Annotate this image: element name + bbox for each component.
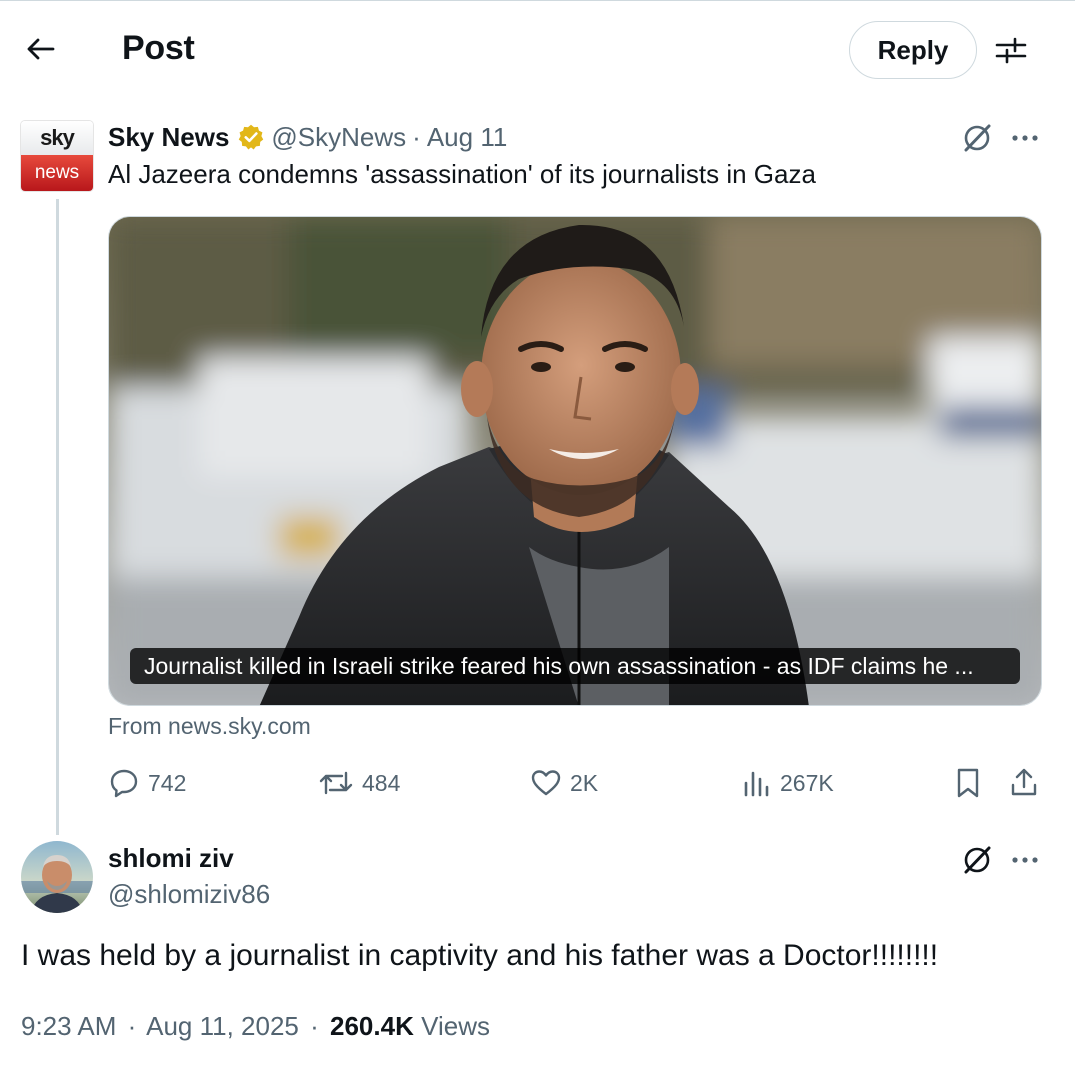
tweet-date[interactable]: Aug 11, 2025 [146, 1011, 299, 1041]
sky-news-avatar[interactable]: sky news [21, 121, 93, 191]
views-total: 260.4K [330, 1011, 414, 1041]
reply-author-name[interactable]: shlomi ziv [108, 843, 234, 874]
heart-icon [531, 770, 561, 796]
sky-logo-top: sky [21, 121, 93, 155]
repost-count: 484 [362, 769, 401, 796]
parent-tweet-text: Al Jazeera condemns 'assassination' of i… [108, 159, 816, 189]
page-title: Post [122, 29, 195, 67]
like-count: 2K [570, 769, 599, 796]
parent-handle[interactable]: @SkyNews [271, 122, 406, 153]
more-options-icon[interactable] [1005, 840, 1045, 880]
reply-author-handle[interactable]: @shlomiziv86 [108, 879, 270, 910]
repost-action[interactable]: 484 [318, 763, 400, 803]
reply-tweet-text: I was held by a journalist in captivity … [21, 939, 939, 972]
reply-count: 742 [148, 769, 187, 796]
share-action[interactable] [1008, 763, 1048, 803]
user-avatar-photo [21, 841, 93, 913]
settings-button[interactable] [990, 29, 1032, 71]
analytics-icon [744, 771, 769, 797]
arrow-left-icon [27, 38, 55, 60]
article-photo [109, 217, 1041, 705]
views-count: 267K [780, 769, 834, 796]
link-card[interactable] [108, 216, 1042, 706]
views-action[interactable]: 267K [742, 763, 834, 803]
card-source[interactable]: From news.sky.com [108, 713, 311, 740]
separator-dot: · [412, 121, 421, 152]
views-label: Views [421, 1011, 490, 1041]
sky-logo-bottom: news [21, 155, 93, 191]
post-header: Post Reply [0, 1, 1075, 97]
bookmark-icon [957, 768, 979, 798]
like-action[interactable]: 2K [530, 763, 598, 803]
comment-icon [110, 769, 138, 798]
parent-author-name[interactable]: Sky News [108, 122, 229, 153]
grok-icon[interactable] [957, 840, 997, 880]
separator-dot: · [310, 1011, 319, 1041]
separator-dot: · [127, 1011, 137, 1041]
bookmark-action[interactable] [952, 763, 992, 803]
user-avatar[interactable] [21, 841, 93, 913]
parent-date[interactable]: Aug 11 [427, 122, 507, 153]
tweet-time[interactable]: 9:23 AM [21, 1011, 116, 1041]
thread-line [56, 199, 59, 835]
back-button[interactable] [18, 29, 62, 69]
parent-author-row: Sky News @SkyNews · Aug 11 [108, 119, 507, 155]
share-icon [1011, 768, 1037, 796]
reply-button[interactable]: Reply [849, 21, 977, 79]
card-caption: Journalist killed in Israeli strike fear… [130, 648, 1020, 684]
verified-badge-icon[interactable] [237, 123, 265, 151]
more-options-icon[interactable] [1005, 118, 1045, 158]
tweet-meta: 9:23 AM · Aug 11, 2025 · 260.4K Views [21, 1011, 490, 1042]
repost-icon [319, 771, 353, 795]
reply-action[interactable]: 742 [108, 763, 186, 803]
grok-icon[interactable] [957, 118, 997, 158]
sliders-icon [995, 37, 1027, 64]
